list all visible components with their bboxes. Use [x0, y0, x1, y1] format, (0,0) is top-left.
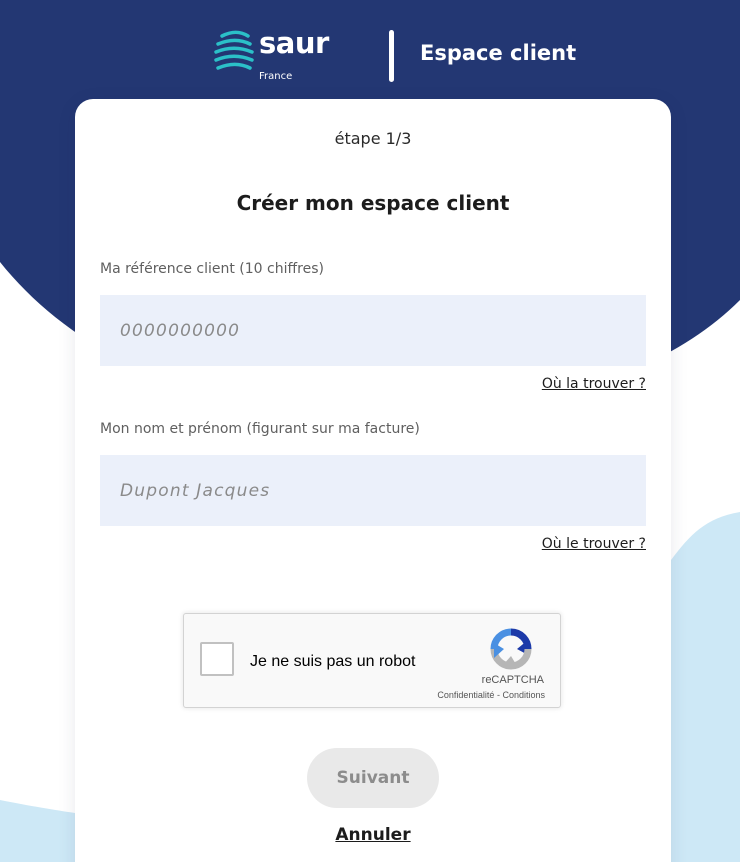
reference-help-link[interactable]: Où la trouver ? [542, 376, 646, 392]
name-help-link[interactable]: Où le trouver ? [542, 536, 646, 552]
recaptcha-checkbox[interactable] [200, 642, 234, 676]
name-label: Mon nom et prénom (figurant sur ma factu… [100, 421, 420, 437]
saur-logo[interactable]: saur France [214, 26, 329, 82]
recaptcha-conditions-link[interactable]: Conditions [502, 690, 545, 700]
cancel-link-wrapper: Annuler [75, 825, 671, 845]
page-header-title: Espace client [420, 41, 577, 65]
recaptcha-label: Je ne suis pas un robot [250, 653, 416, 670]
recaptcha-logo-icon [490, 628, 532, 670]
cancel-link[interactable]: Annuler [335, 825, 410, 845]
logo-text: saur [259, 26, 329, 60]
left-blue-wave [0, 800, 75, 862]
signup-card: étape 1/3 Créer mon espace client Ma réf… [75, 99, 671, 862]
header-divider [389, 30, 394, 82]
saur-wave-icon [214, 30, 254, 70]
name-input[interactable] [100, 455, 646, 526]
logo-subtext: France [259, 71, 293, 82]
reference-input[interactable] [100, 295, 646, 366]
right-blue-wave [671, 512, 740, 862]
reference-label: Ma référence client (10 chiffres) [100, 261, 324, 277]
next-button[interactable]: Suivant [307, 748, 439, 808]
form-title: Créer mon espace client [236, 191, 510, 215]
recaptcha-terms-separator: - [496, 690, 500, 700]
recaptcha-privacy-link[interactable]: Confidentialité [437, 690, 494, 700]
recaptcha-brand: reCAPTCHA [481, 674, 544, 686]
recaptcha-widget: Je ne suis pas un robot reCAPTCHA Confid… [183, 613, 561, 708]
recaptcha-terms: Confidentialité - Conditions [437, 690, 545, 700]
header: saur France Espace client [0, 0, 740, 100]
step-indicator: étape 1/3 [334, 129, 412, 148]
